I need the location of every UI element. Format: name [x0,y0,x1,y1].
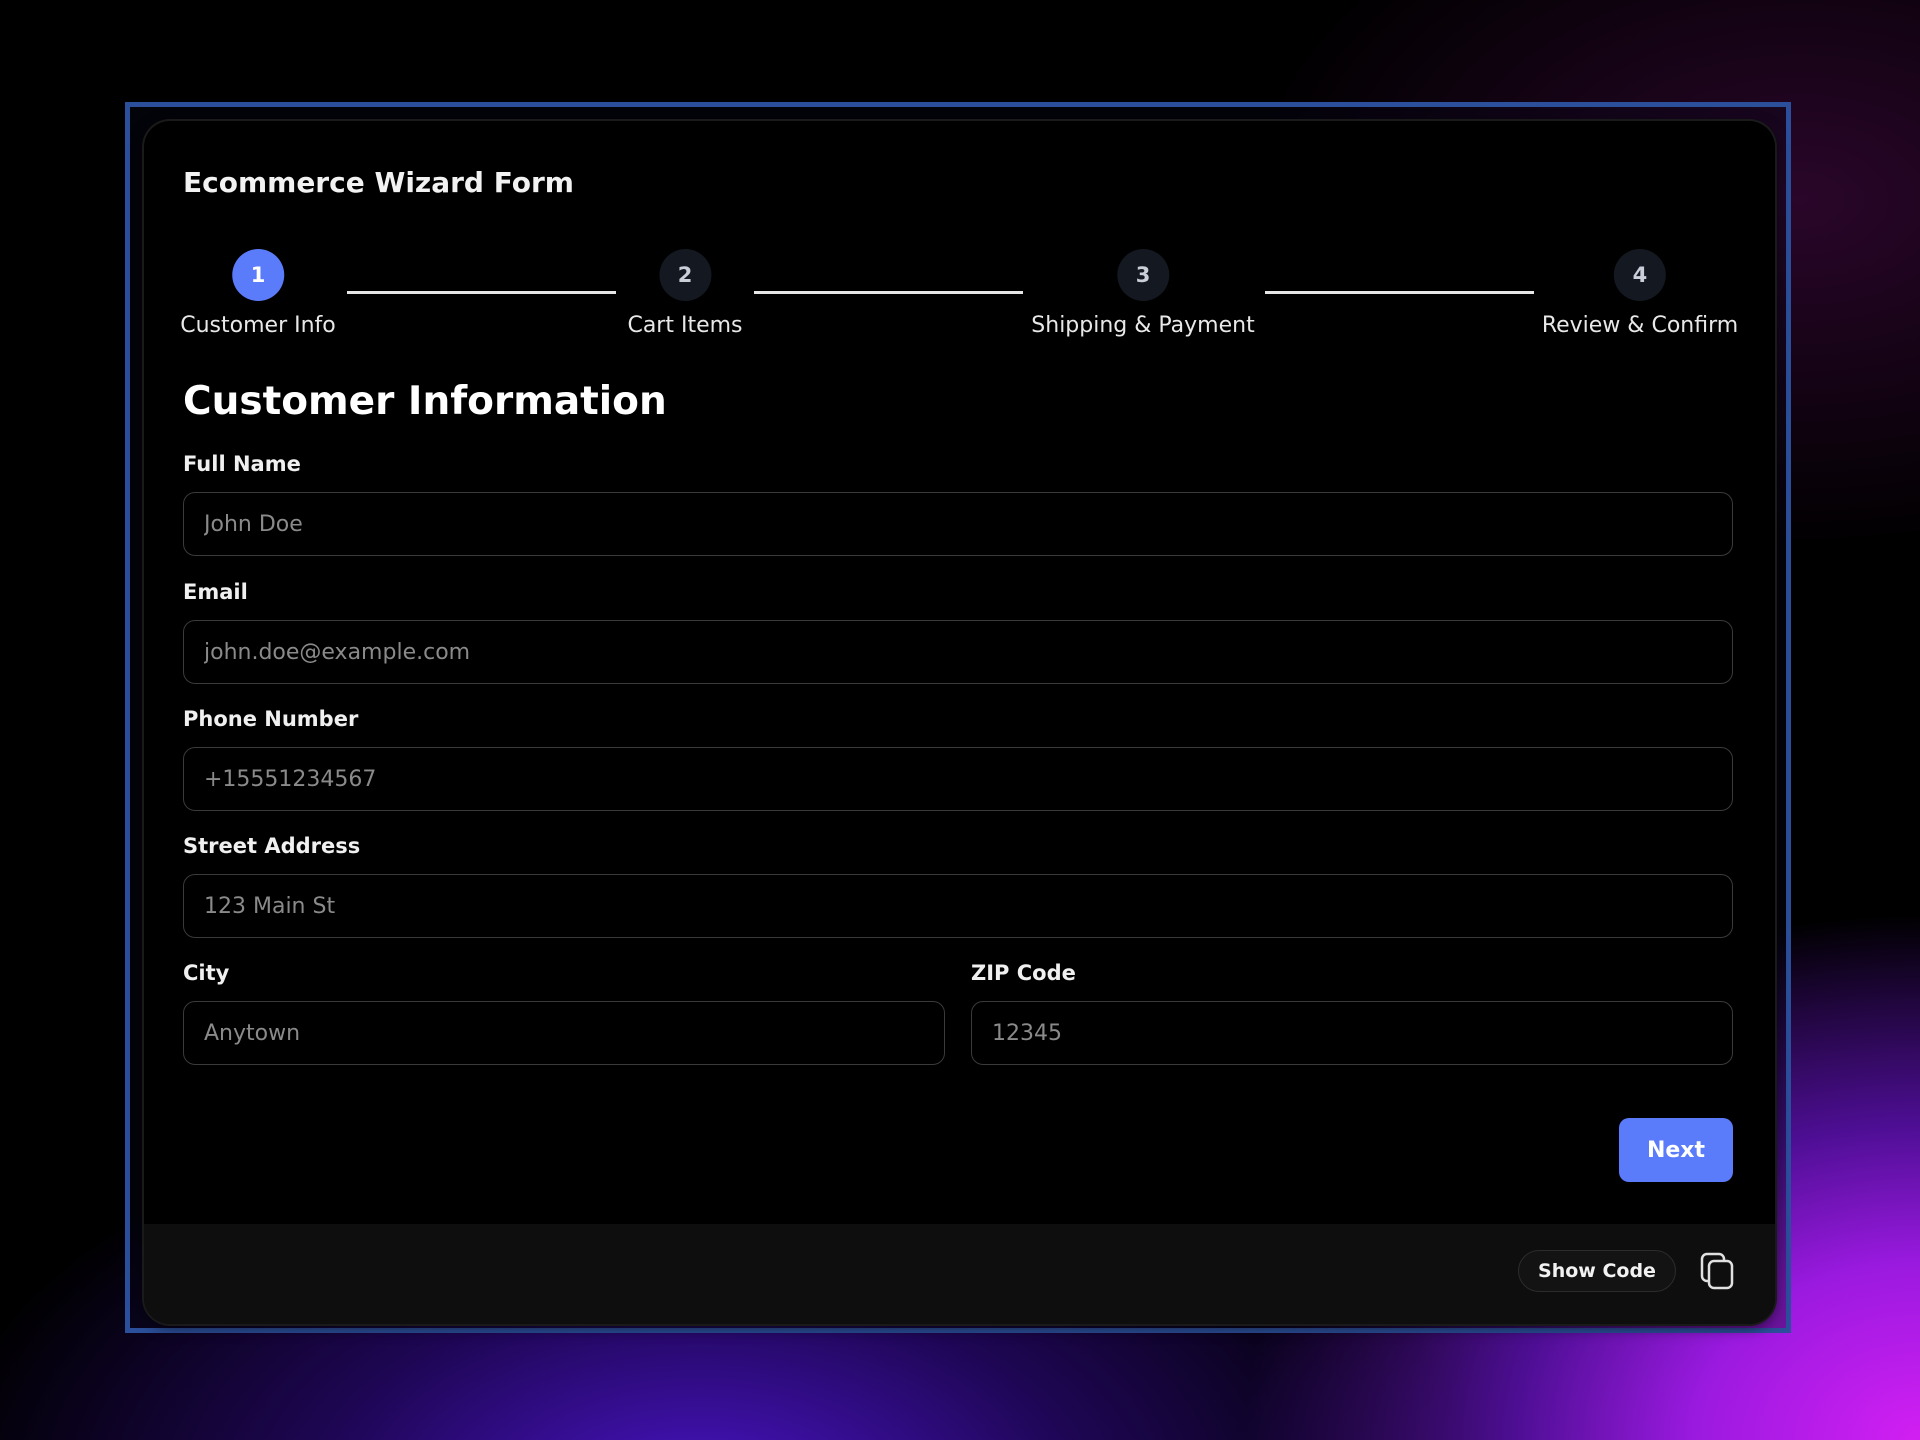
full-name-label: Full Name [183,452,301,476]
step-label: Review & Confirm [1541,313,1739,338]
step-connector [754,291,1023,294]
phone-label: Phone Number [183,707,359,731]
email-label: Email [183,580,248,604]
copy-icon[interactable] [1699,1252,1735,1290]
phone-input[interactable] [183,747,1733,811]
stepper: 1 Customer Info 2 Cart Items 3 Shipping … [180,249,1738,345]
step-connector [347,291,616,294]
step-number: 3 [1117,249,1169,301]
wizard-card: Ecommerce Wizard Form 1 Customer Info 2 … [144,121,1775,1324]
full-name-input[interactable] [183,492,1733,556]
street-address-label: Street Address [183,834,361,858]
step-number: 1 [232,249,284,301]
form-title: Ecommerce Wizard Form [183,166,574,199]
step-review-confirm[interactable]: 4 Review & Confirm [1542,249,1738,338]
step-connector [1265,291,1534,294]
city-label: City [183,961,230,985]
show-code-button[interactable]: Show Code [1518,1250,1676,1292]
section-title: Customer Information [183,379,667,424]
step-label: Customer Info [180,313,336,338]
step-shipping-payment[interactable]: 3 Shipping & Payment [1031,249,1255,338]
zip-code-label: ZIP Code [971,961,1076,985]
step-number: 2 [659,249,711,301]
step-customer-info[interactable]: 1 Customer Info [180,249,336,338]
zip-code-input[interactable] [971,1001,1733,1065]
step-number: 4 [1613,249,1666,301]
city-input[interactable] [183,1001,945,1065]
next-button[interactable]: Next [1619,1118,1733,1182]
step-label: Shipping & Payment [1031,313,1255,338]
email-input[interactable] [183,620,1733,684]
footer-bar: Show Code [144,1224,1775,1324]
street-address-input[interactable] [183,874,1733,938]
step-label: Cart Items [627,313,743,338]
step-cart-items[interactable]: 2 Cart Items [627,249,743,338]
